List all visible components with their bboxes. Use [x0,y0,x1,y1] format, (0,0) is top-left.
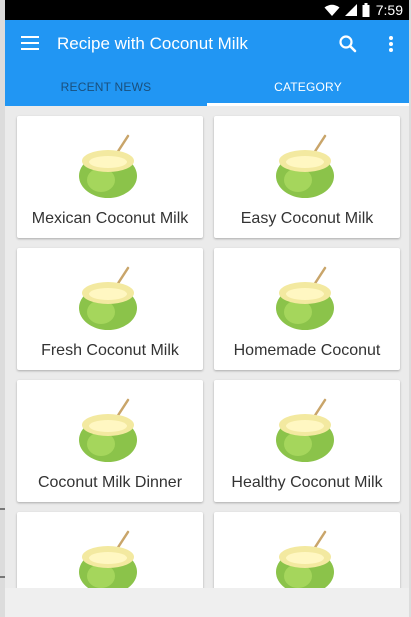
search-icon[interactable] [338,34,358,54]
category-label: Healthy Coconut Milk [231,474,383,491]
category-card[interactable]: Healthy Coconut Milk [214,380,400,502]
app-screen: 7:59 Recipe with Coconut Milk RECENT NEW… [5,0,409,617]
menu-icon[interactable] [21,36,39,52]
category-card[interactable] [214,512,400,588]
category-label: Homemade Coconut [233,342,381,359]
coconut-icon [79,134,137,198]
category-card[interactable]: Easy Coconut Milk [214,116,400,238]
app-bar: Recipe with Coconut Milk [5,20,409,68]
category-card[interactable]: Homemade Coconut [214,248,400,370]
app-title: Recipe with Coconut Milk [57,34,248,53]
category-card[interactable] [17,512,203,588]
coconut-icon [276,398,334,462]
category-label: Coconut Milk Dinner [37,474,183,491]
category-label: Easy Coconut Milk [240,210,374,227]
tab-category[interactable]: CATEGORY [207,68,409,106]
category-card[interactable]: Fresh Coconut Milk [17,248,203,370]
category-label: Fresh Coconut Milk [41,342,179,359]
coconut-icon [79,530,137,588]
coconut-icon [276,530,334,588]
signal-icon [344,4,357,16]
coconut-icon [276,266,334,330]
coconut-icon [79,398,137,462]
category-card[interactable]: Coconut Milk Dinner [17,380,203,502]
status-bar: 7:59 [5,0,409,20]
tab-recent-news[interactable]: RECENT NEWS [5,68,207,106]
category-label: Mexican Coconut Milk [31,210,189,227]
coconut-icon [79,266,137,330]
battery-icon [362,3,370,17]
category-grid: Mexican Coconut Milk Easy Coconut Milk F… [5,106,409,588]
more-vert-icon[interactable] [381,34,401,54]
status-time: 7:59 [375,2,403,18]
wifi-icon [324,4,340,16]
coconut-icon [276,134,334,198]
tab-bar: RECENT NEWS CATEGORY [5,68,409,106]
bottom-area [5,588,409,617]
category-card[interactable]: Mexican Coconut Milk [17,116,203,238]
